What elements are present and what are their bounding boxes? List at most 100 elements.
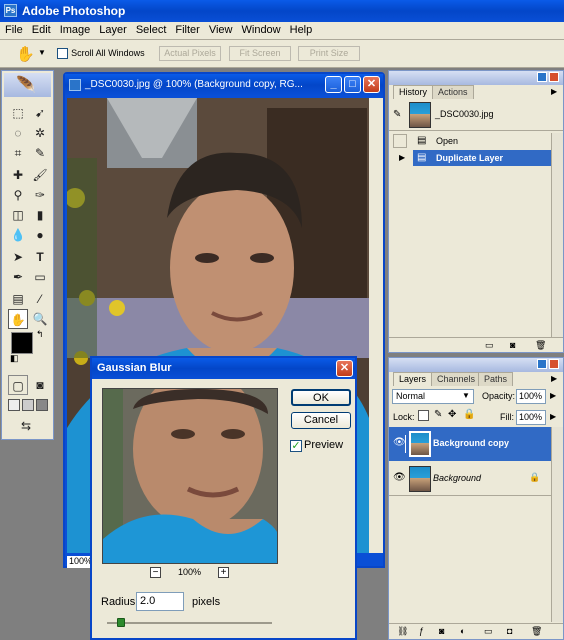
new-document-from-state-icon[interactable]: ▭ [485,340,494,351]
quick-mask-mode-icon[interactable]: ◙ [30,375,50,395]
tab-history[interactable]: History [393,85,434,99]
fill-slider-icon[interactable]: ▶ [550,412,556,421]
close-button[interactable]: ✕ [363,76,380,93]
zoom-out-button[interactable]: − [150,567,161,578]
tool-preset-dropdown-icon[interactable]: ▼ [38,48,46,57]
lasso-tool-icon[interactable]: ◌ [8,123,28,143]
standard-mode-icon[interactable]: ▢ [8,375,28,395]
standard-screen-mode-icon[interactable] [8,399,20,411]
visibility-eye-icon[interactable]: 👁 [393,472,406,483]
layer-mask-icon[interactable]: ◙ [439,626,444,636]
layer-row-background-copy[interactable]: 👁 Background copy [389,427,551,461]
gradient-tool-icon[interactable]: ▮ [30,205,50,225]
vertical-scrollbar[interactable] [369,98,383,553]
eraser-tool-icon[interactable]: ◫ [8,205,28,225]
panel-close-icon[interactable] [549,359,559,369]
crop-tool-icon[interactable]: ⌗ [8,143,28,163]
radius-input[interactable]: 2.0 [136,592,184,611]
blend-mode-select[interactable]: Normal ▼ [392,389,474,404]
delete-layer-icon[interactable]: 🗑 [531,626,542,637]
notes-tool-icon[interactable]: ▤ [8,289,28,309]
new-layer-icon[interactable]: ◘ [507,626,512,636]
visibility-eye-icon[interactable]: 👁 [393,437,406,448]
shape-tool-icon[interactable]: ▭ [30,267,50,287]
panel-menu-icon[interactable]: ▶ [551,374,557,383]
dialog-close-button[interactable]: ✕ [336,360,353,377]
tab-actions[interactable]: Actions [432,85,474,99]
panel-minimize-icon[interactable] [537,359,547,369]
layer-style-icon[interactable]: ƒ [419,626,424,636]
hand-tool-button-icon[interactable]: ✋ [8,309,28,329]
menu-filter[interactable]: Filter [170,22,203,36]
move-tool-icon[interactable]: ➹ [30,103,50,123]
slice-tool-icon[interactable]: ✎ [30,143,50,163]
hand-tool-icon[interactable]: ✋ [16,45,35,63]
blur-tool-icon[interactable]: 💧 [8,225,28,245]
lock-image-icon[interactable]: ✎ [434,409,442,420]
lock-all-icon[interactable]: 🔒 [463,409,475,420]
fit-screen-button[interactable]: Fit Screen [229,46,291,61]
panel-minimize-icon[interactable] [537,72,547,82]
lock-transparency-icon[interactable] [418,410,429,421]
path-selection-tool-icon[interactable]: ➤ [8,247,28,267]
dodge-tool-icon[interactable]: ● [30,225,50,245]
print-size-button[interactable]: Print Size [298,46,360,61]
radius-slider-thumb[interactable] [116,618,125,627]
jump-to-imageready-icon[interactable]: ⇆ [16,416,36,436]
zoom-in-button[interactable]: + [218,567,229,578]
new-snapshot-icon[interactable]: ◙ [510,340,515,350]
clone-stamp-tool-icon[interactable]: ⚲ [8,185,28,205]
magic-wand-tool-icon[interactable]: ✲ [30,123,50,143]
layers-scrollbar[interactable] [551,427,563,622]
history-snapshot[interactable]: ✎ _DSC0030.jpg [389,99,563,131]
panel-close-icon[interactable] [549,72,559,82]
tab-layers[interactable]: Layers [393,372,433,386]
cancel-button[interactable]: Cancel [291,412,351,429]
menu-layer[interactable]: Layer [94,22,131,36]
menu-select[interactable]: Select [131,22,171,36]
full-screen-menu-mode-icon[interactable] [22,399,34,411]
opacity-input[interactable]: 100% [516,389,546,404]
tab-paths[interactable]: Paths [478,372,514,386]
history-item-selected[interactable]: ▤ Duplicate Layer [413,150,551,166]
actual-pixels-button[interactable]: Actual Pixels [159,46,221,61]
eyedropper-tool-icon[interactable]: ⁄ [30,289,50,309]
panel-menu-icon[interactable]: ▶ [551,87,557,96]
menu-file[interactable]: File [0,22,27,36]
opacity-slider-icon[interactable]: ▶ [550,391,556,400]
default-colors-icon[interactable]: ◧ [10,353,19,364]
history-item[interactable]: ▤ Open [389,133,551,149]
link-layers-icon[interactable]: ⛓ [397,626,408,637]
ok-button[interactable]: OK [291,389,351,406]
menu-image[interactable]: Image [55,22,95,36]
minimize-button[interactable]: _ [325,76,342,93]
swap-colors-icon[interactable]: ↰ [36,329,44,340]
maximize-button[interactable]: □ [344,76,361,93]
type-tool-icon[interactable]: T [30,247,50,267]
foreground-color-swatch[interactable] [11,332,33,354]
new-group-icon[interactable]: ▭ [484,626,493,637]
history-brush-tool-icon[interactable]: ✑ [30,185,50,205]
history-scrollbar[interactable] [551,133,563,337]
menu-view[interactable]: View [204,22,237,36]
marquee-tool-icon[interactable]: ⬚ [8,103,28,123]
tab-channels[interactable]: Channels [431,372,482,386]
delete-state-icon[interactable]: 🗑 [535,340,546,351]
blur-preview[interactable] [102,388,278,564]
healing-brush-tool-icon[interactable]: ✚ [8,165,28,185]
menu-window[interactable]: Window [237,22,285,36]
radius-slider-track[interactable] [107,622,272,624]
menu-edit[interactable]: Edit [27,22,55,36]
preview-checkbox[interactable]: ✓ [290,440,302,452]
adjustment-layer-icon[interactable]: ◐ [460,626,465,636]
history-state-box[interactable] [393,134,407,148]
full-screen-mode-icon[interactable] [36,399,48,411]
fill-input[interactable]: 100% [516,410,546,425]
brush-tool-icon[interactable]: 🖌 [30,165,50,185]
menu-help[interactable]: Help [285,22,317,36]
lock-position-icon[interactable]: ✥ [448,409,456,420]
pen-tool-icon[interactable]: ✒ [8,267,28,287]
scroll-all-windows-checkbox[interactable] [57,47,68,59]
zoom-tool-icon[interactable]: 🔍 [30,309,50,329]
layer-row-background[interactable]: 👁 Background 🔒 [389,462,551,496]
